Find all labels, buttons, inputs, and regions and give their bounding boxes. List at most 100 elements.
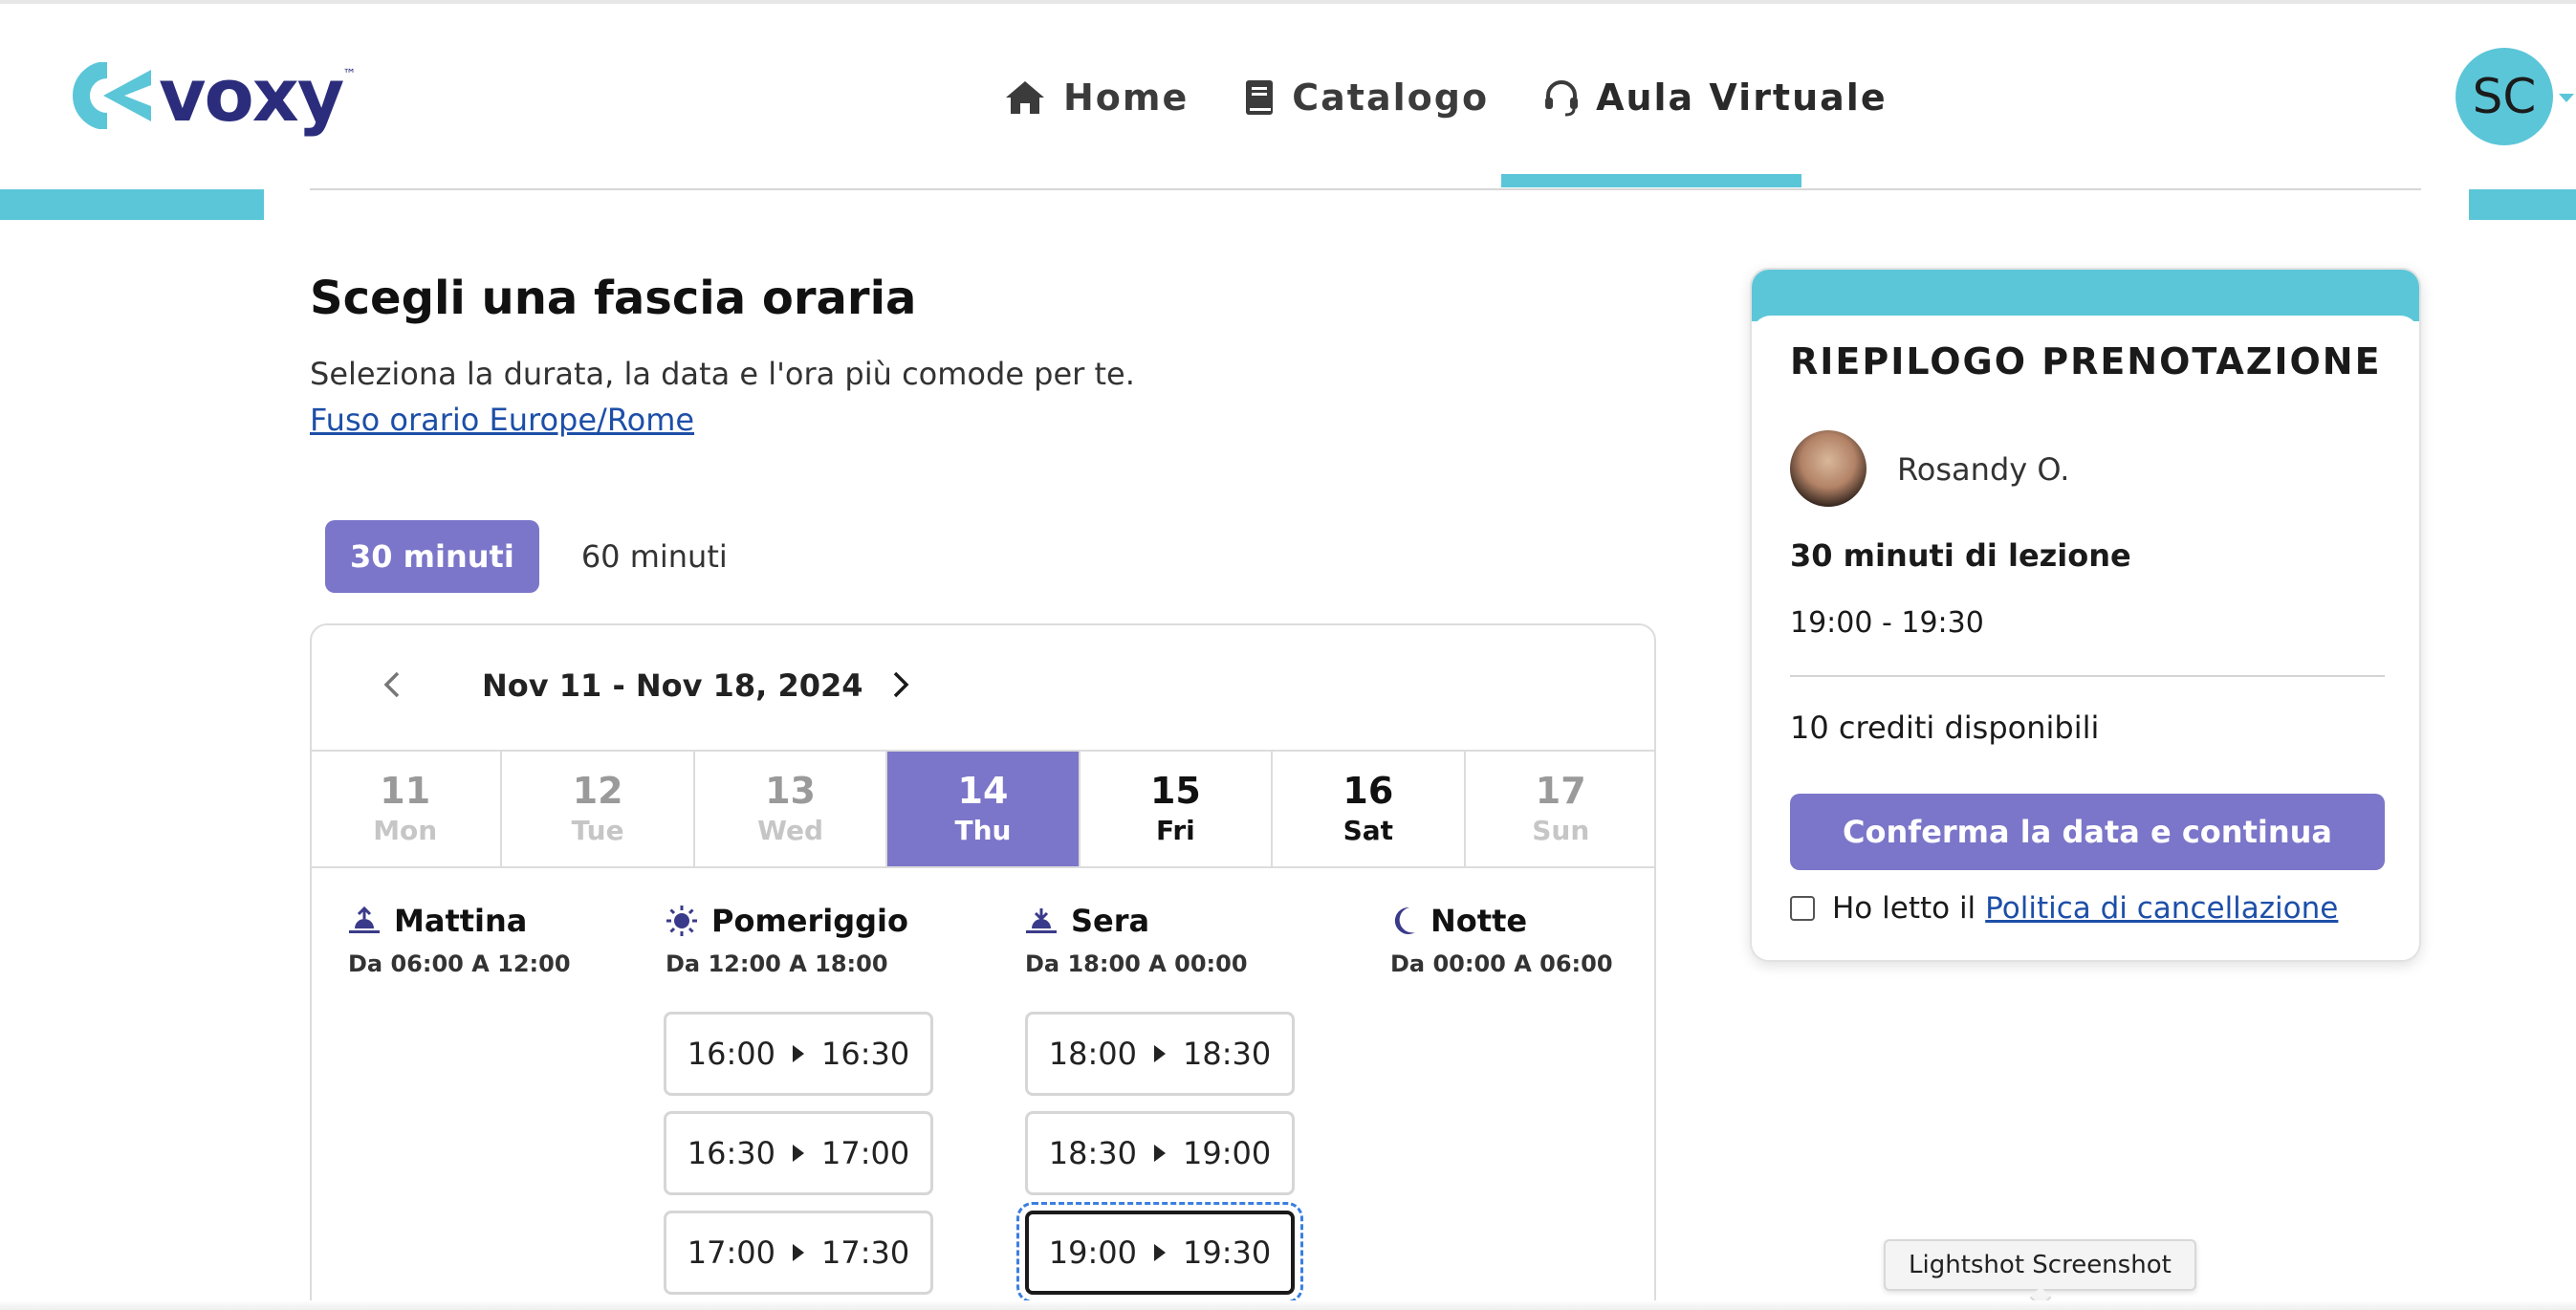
duration-tabs: 30 minuti 60 minuti <box>325 520 753 593</box>
period-mattina: Mattina Da 06:00 A 12:00 <box>348 903 571 977</box>
day-15[interactable]: 15 Fri <box>1081 752 1274 866</box>
slot-end: 16:30 <box>821 1036 910 1072</box>
slot-end: 18:30 <box>1183 1036 1272 1072</box>
slot-start: 16:30 <box>687 1135 775 1171</box>
voxy-logo-icon <box>73 62 151 129</box>
day-17: 17 Sun <box>1466 752 1656 866</box>
day-16[interactable]: 16 Sat <box>1273 752 1466 866</box>
next-week-button[interactable] <box>882 666 920 704</box>
policy-label: Ho letto il <box>1832 891 1976 926</box>
chevron-left-icon <box>383 671 400 698</box>
week-range: Nov 11 - Nov 18, 2024 <box>482 667 863 704</box>
slot-start: 19:00 <box>1048 1234 1137 1271</box>
period-range: Da 12:00 A 18:00 <box>666 950 888 977</box>
logo-wordmark: voxy <box>159 53 344 138</box>
confirm-button[interactable]: Conferma la data e continua <box>1790 794 2385 870</box>
play-arrow-icon <box>793 1045 804 1062</box>
day-12: 12 Tue <box>502 752 695 866</box>
slot-start: 17:00 <box>687 1234 775 1271</box>
lightshot-tooltip: Lightshot Screenshot <box>1884 1239 2196 1291</box>
available-credits: 10 crediti disponibili <box>1790 710 2100 746</box>
voxy-logo[interactable]: voxy ™ <box>69 59 356 132</box>
duration-tab-60[interactable]: 60 minuti <box>557 520 753 593</box>
summary-body: RIEPILOGO PRENOTAZIONE Rosandy O. 30 min… <box>1752 316 2419 960</box>
chevron-right-icon <box>893 671 909 698</box>
play-arrow-icon <box>1154 1145 1166 1162</box>
book-icon <box>1246 80 1274 115</box>
nav-catalogo-label: Catalogo <box>1292 76 1490 119</box>
slot-end: 17:30 <box>821 1234 910 1271</box>
header-accent-left <box>0 189 264 220</box>
sunset-icon <box>1026 908 1057 933</box>
play-arrow-icon <box>1154 1045 1166 1062</box>
time-slot[interactable]: 16:30 17:00 <box>664 1111 933 1195</box>
day-number: 14 <box>957 769 1009 812</box>
period-range: Da 00:00 A 06:00 <box>1390 950 1613 977</box>
top-border <box>0 0 2576 4</box>
policy-checkbox[interactable] <box>1790 896 1815 921</box>
day-number: 16 <box>1343 769 1394 812</box>
tutor-avatar <box>1790 430 1867 507</box>
chevron-down-icon[interactable] <box>2559 94 2574 102</box>
period-range: Da 06:00 A 12:00 <box>348 950 571 977</box>
moon-icon <box>1394 906 1415 934</box>
summary-accent <box>1752 270 2419 321</box>
day-number: 11 <box>380 769 431 812</box>
summary-title: RIEPILOGO PRENOTAZIONE <box>1790 340 2382 382</box>
day-number: 12 <box>572 769 623 812</box>
day-weekday: Wed <box>757 815 824 847</box>
nav-home[interactable]: Home <box>1004 76 1189 119</box>
day-number: 13 <box>765 769 816 812</box>
slot-end: 17:00 <box>821 1135 910 1171</box>
day-weekday: Thu <box>954 815 1012 847</box>
play-arrow-icon <box>793 1244 804 1261</box>
summary-divider <box>1790 675 2385 677</box>
prev-week-button[interactable] <box>373 666 411 704</box>
period-name: Sera <box>1071 903 1150 939</box>
main-nav: Home Catalogo Aula Virtuale <box>1004 76 1943 119</box>
slot-start: 18:00 <box>1048 1036 1137 1072</box>
policy-row: Ho letto il Politica di cancellazione <box>1790 891 2338 926</box>
time-slot[interactable]: 16:00 16:30 <box>664 1012 933 1096</box>
user-avatar[interactable]: SC <box>2456 48 2553 145</box>
day-weekday: Sat <box>1343 815 1394 847</box>
time-slot[interactable]: 18:00 18:30 <box>1025 1012 1295 1096</box>
calendar-panel: Nov 11 - Nov 18, 2024 11 Mon 12 Tue 13 W… <box>310 623 1656 1310</box>
day-weekday: Mon <box>373 815 438 847</box>
period-name: Mattina <box>394 903 528 939</box>
logo-trademark: ™ <box>342 67 357 82</box>
day-selector: 11 Mon 12 Tue 13 Wed 14 Thu 15 Fri 16 Sa… <box>310 750 1656 868</box>
slot-end: 19:00 <box>1183 1135 1272 1171</box>
day-number: 15 <box>1149 769 1201 812</box>
cancellation-policy-link[interactable]: Politica di cancellazione <box>1985 891 2338 926</box>
period-notte: Notte Da 00:00 A 06:00 <box>1390 903 1613 977</box>
tutor-name: Rosandy O. <box>1897 451 2070 488</box>
time-slot[interactable]: 18:30 19:00 <box>1025 1111 1295 1195</box>
slot-start: 18:30 <box>1048 1135 1137 1171</box>
nav-catalogo[interactable]: Catalogo <box>1244 76 1489 119</box>
day-weekday: Fri <box>1156 815 1195 847</box>
nav-active-indicator <box>1501 174 1801 187</box>
nav-aula-virtuale[interactable]: Aula Virtuale <box>1544 76 1888 119</box>
nav-aula-virtuale-label: Aula Virtuale <box>1596 76 1888 119</box>
duration-tab-30[interactable]: 30 minuti <box>325 520 539 593</box>
user-initials: SC <box>2472 69 2537 124</box>
nav-home-label: Home <box>1063 76 1190 119</box>
booking-summary-card: RIEPILOGO PRENOTAZIONE Rosandy O. 30 min… <box>1750 268 2421 962</box>
slot-start: 16:00 <box>687 1036 775 1072</box>
timezone-link[interactable]: Fuso orario Europe/Rome <box>310 402 694 438</box>
lesson-time: 19:00 - 19:30 <box>1790 606 1984 640</box>
sunrise-icon <box>349 906 380 933</box>
day-weekday: Tue <box>571 815 624 847</box>
day-11: 11 Mon <box>310 752 503 866</box>
time-slot-selected[interactable]: 19:00 19:30 <box>1016 1202 1303 1303</box>
play-arrow-icon <box>793 1145 804 1162</box>
play-arrow-icon <box>1154 1244 1166 1261</box>
day-number: 17 <box>1535 769 1586 812</box>
period-name: Notte <box>1430 903 1528 939</box>
home-icon <box>1006 81 1044 114</box>
day-14[interactable]: 14 Thu <box>887 752 1081 866</box>
time-slot[interactable]: 17:00 17:30 <box>664 1211 933 1295</box>
sun-icon <box>666 906 697 936</box>
day-weekday: Sun <box>1532 815 1590 847</box>
